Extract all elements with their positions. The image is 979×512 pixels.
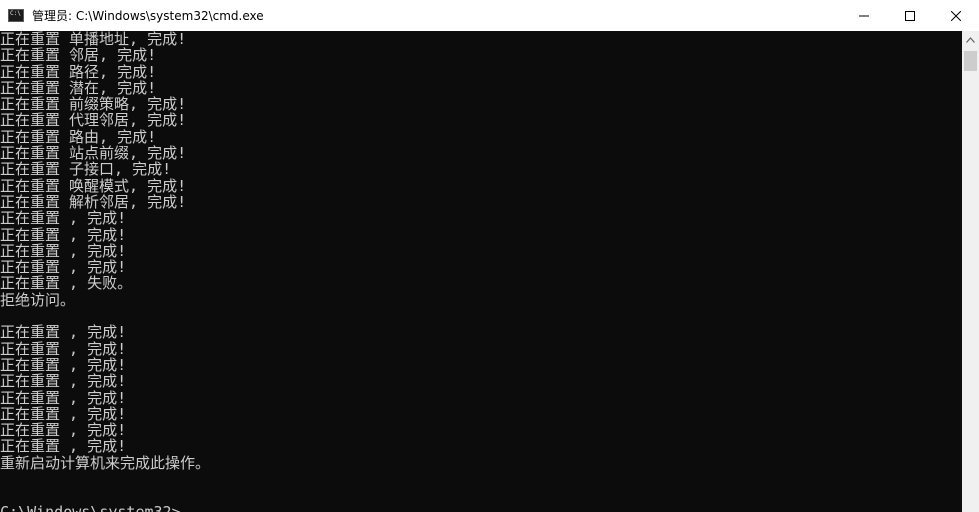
minimize-icon [859, 15, 869, 16]
close-button[interactable] [933, 0, 979, 31]
console-line: 正在重置 子接口, 完成! [0, 160, 172, 179]
vertical-scrollbar[interactable] [962, 31, 979, 512]
console-line: 正在重置 解析邻居, 完成! [0, 192, 187, 211]
console-line: 正在重置 , 完成! [0, 372, 127, 391]
console-lines: 正在重置 单播地址, 完成! 正在重置 邻居, 完成! 正在重置 路径, 完成! 正在… [0, 31, 962, 504]
scroll-up-button[interactable] [962, 31, 979, 48]
window-controls [841, 0, 979, 31]
console-line: 正在重置 代理邻居, 完成! [0, 111, 187, 130]
window-title: 管理员: C:\Windows\system32\cmd.exe [32, 9, 264, 23]
console-line: 重新启动计算机来完成此操作。 [0, 453, 211, 472]
console-line: 正在重置 站点前缀, 完成! [0, 144, 187, 163]
console-line: 正在重置 , 完成! [0, 388, 127, 407]
console-line: 正在重置 邻居, 完成! [0, 46, 157, 65]
prompt-line[interactable]: C:\Windows\system32> [0, 502, 962, 512]
maximize-icon [905, 10, 915, 21]
minimize-button[interactable] [841, 0, 887, 31]
console-line: 正在重置 , 完成! [0, 355, 127, 374]
console-line: 拒绝访问。 [0, 290, 76, 309]
console-line: 正在重置 , 完成! [0, 421, 127, 440]
console-line: 正在重置 , 完成! [0, 209, 127, 228]
console-line: 正在重置 , 完成! [0, 258, 127, 277]
console-line: 正在重置 单播地址, 完成! [0, 31, 187, 48]
cmd-icon-text: C:\ [10, 10, 21, 17]
console-output[interactable]: 正在重置 单播地址, 完成! 正在重置 邻居, 完成! 正在重置 路径, 完成! 正在… [0, 31, 962, 512]
console-line: 正在重置 , 完成! [0, 339, 127, 358]
maximize-button[interactable] [887, 0, 933, 31]
console-line: 正在重置 , 失败。 [0, 274, 133, 293]
console-line: 正在重置 , 完成! [0, 225, 127, 244]
console-line: 正在重置 , 完成! [0, 404, 127, 423]
console-line: 正在重置 路径, 完成! [0, 62, 157, 81]
scroll-thumb[interactable] [964, 51, 977, 71]
console-line: 正在重置 路由, 完成! [0, 127, 157, 146]
console-line: 正在重置 前缀策略, 完成! [0, 95, 187, 114]
console-line: 正在重置 唤醒模式, 完成! [0, 176, 187, 195]
chevron-up-icon [966, 36, 975, 43]
title-bar[interactable]: C:\ 管理员: C:\Windows\system32\cmd.exe [0, 0, 979, 31]
console-line: 正在重置 , 完成! [0, 437, 127, 456]
console-line: 正在重置 , 完成! [0, 241, 127, 260]
close-icon [951, 10, 961, 21]
console-line: 正在重置 , 完成! [0, 323, 127, 342]
console-line: 正在重置 潜在, 完成! [0, 78, 157, 97]
cmd-icon[interactable]: C:\ [8, 9, 24, 22]
command-prompt: C:\Windows\system32> [0, 502, 181, 512]
cmd-window: C:\ 管理员: C:\Windows\system32\cmd.exe 正在重… [0, 0, 979, 512]
